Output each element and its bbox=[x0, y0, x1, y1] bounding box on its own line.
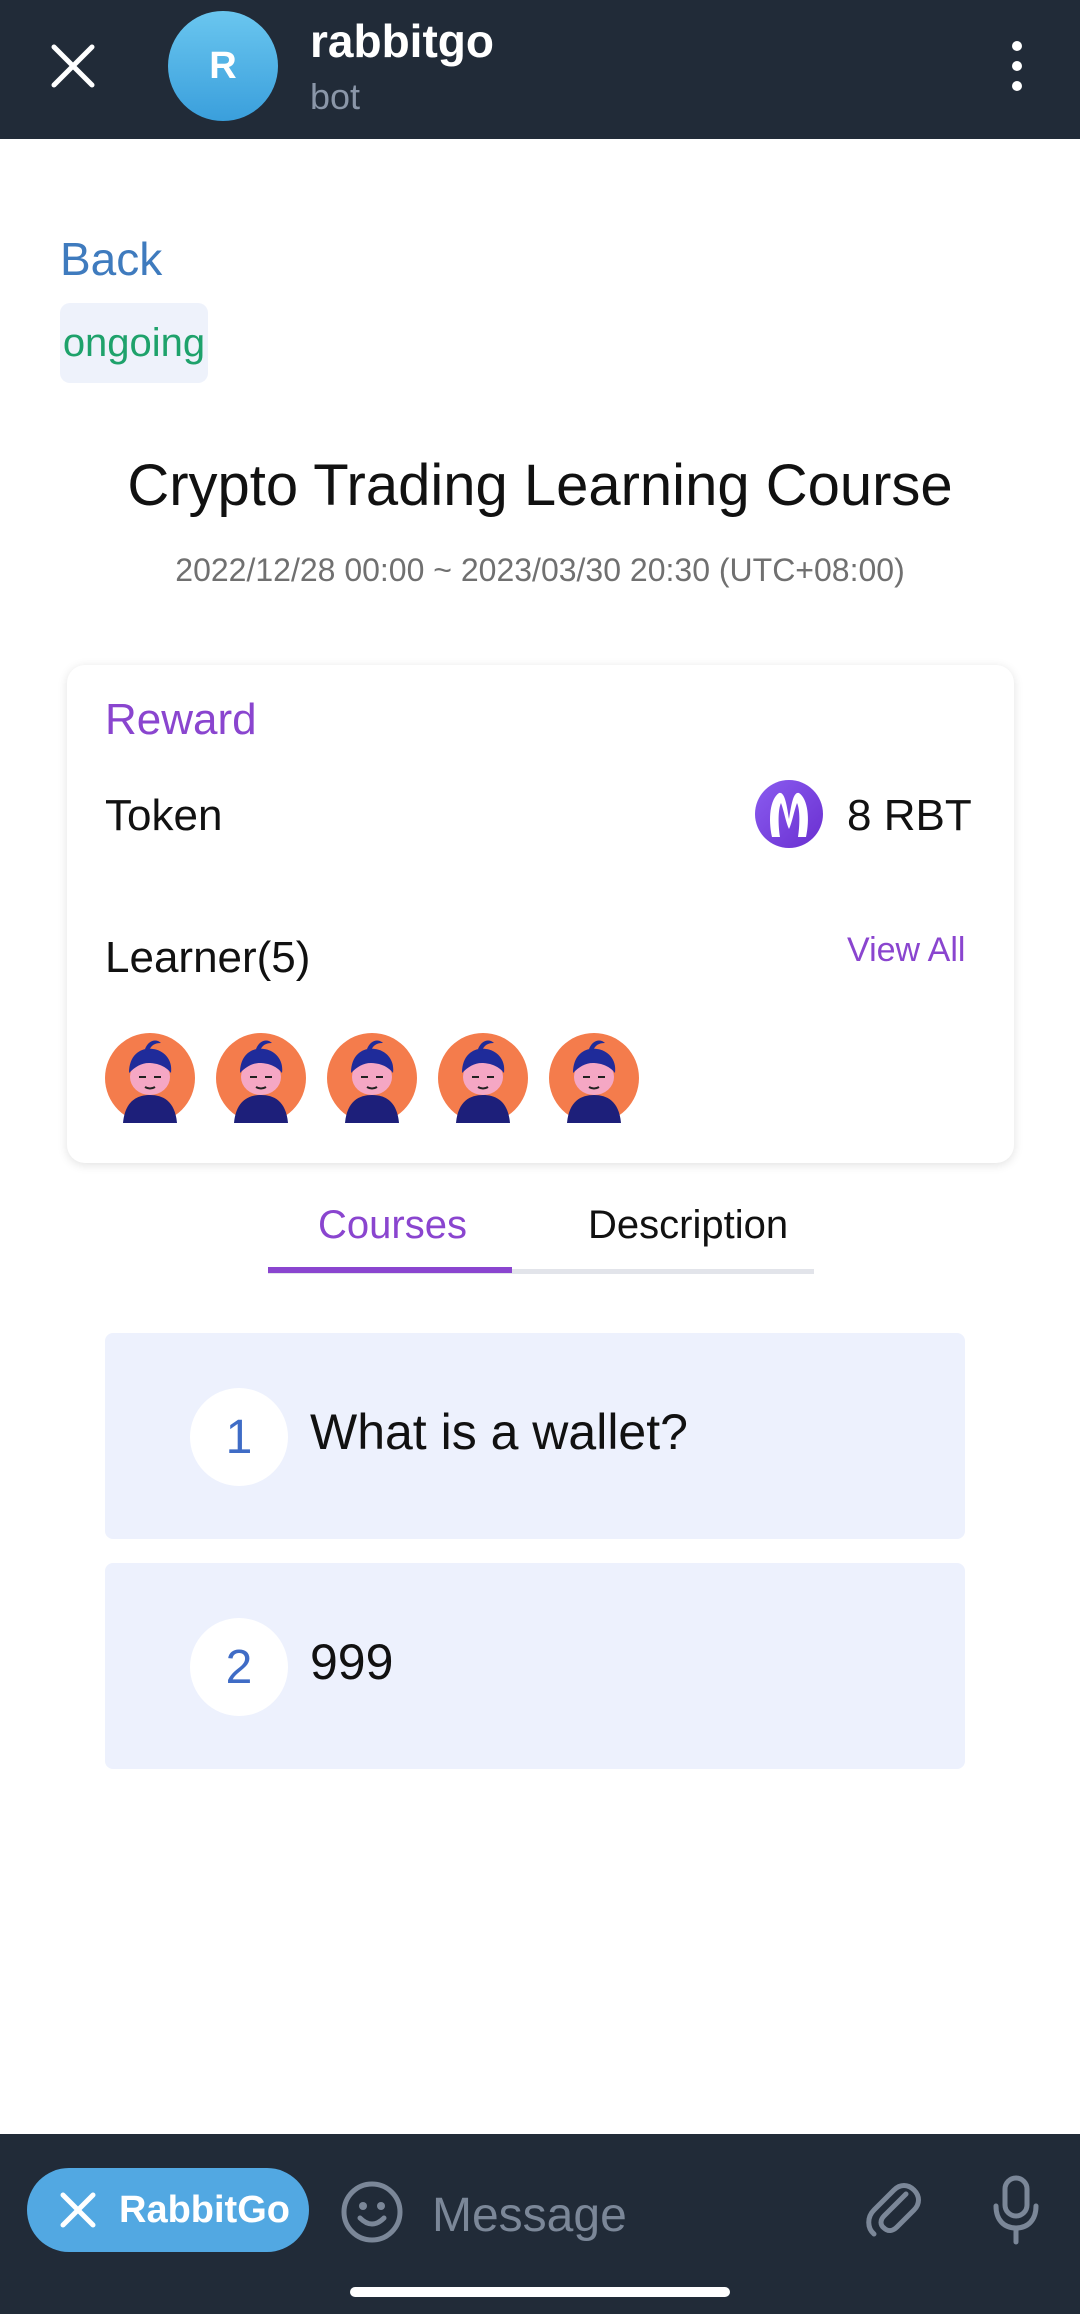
lesson-title: What is a wallet? bbox=[310, 1404, 688, 1460]
lesson-item[interactable]: 2 999 bbox=[105, 1563, 965, 1769]
bot-avatar[interactable]: R bbox=[168, 11, 278, 121]
learner-avatar[interactable] bbox=[549, 1033, 639, 1123]
learner-avatar[interactable] bbox=[438, 1033, 528, 1123]
message-input[interactable] bbox=[430, 2174, 834, 2256]
active-tab-indicator bbox=[268, 1267, 512, 1273]
bot-menu-button[interactable]: RabbitGo bbox=[27, 2168, 309, 2252]
more-options-icon[interactable] bbox=[1003, 40, 1031, 92]
lesson-number: 1 bbox=[190, 1388, 288, 1486]
lesson-item[interactable]: 1 What is a wallet? bbox=[105, 1333, 965, 1539]
course-title: Crypto Trading Learning Course bbox=[127, 453, 953, 518]
token-amount: 8 RBT bbox=[847, 791, 972, 840]
chat-header: R rabbitgo bot bbox=[0, 0, 1080, 139]
close-icon[interactable] bbox=[50, 43, 96, 89]
learner-avatars bbox=[105, 1033, 639, 1123]
back-link[interactable]: Back bbox=[60, 232, 162, 286]
reward-title: Reward bbox=[105, 695, 257, 744]
reward-card: Reward Token 8 RBT Learner(5) View All bbox=[67, 665, 1014, 1163]
learner-count-label: Learner(5) bbox=[105, 933, 311, 982]
tab-courses[interactable]: Courses bbox=[318, 1203, 467, 1248]
learner-avatar[interactable] bbox=[105, 1033, 195, 1123]
token-label: Token bbox=[105, 791, 223, 840]
learner-avatar[interactable] bbox=[216, 1033, 306, 1123]
course-dates: 2022/12/28 00:00 ~ 2023/03/30 20:30 (UTC… bbox=[175, 552, 905, 588]
lesson-number: 2 bbox=[190, 1618, 288, 1716]
learner-avatar[interactable] bbox=[327, 1033, 417, 1123]
lesson-title: 999 bbox=[310, 1634, 394, 1690]
bot-button-label: RabbitGo bbox=[119, 2188, 290, 2231]
microphone-icon[interactable] bbox=[990, 2174, 1042, 2246]
chat-title[interactable]: rabbitgo bbox=[310, 14, 494, 68]
close-icon bbox=[60, 2192, 96, 2228]
attach-icon[interactable] bbox=[862, 2174, 922, 2242]
chat-subtitle: bot bbox=[310, 76, 361, 117]
view-all-link[interactable]: View All bbox=[847, 931, 965, 970]
emoji-icon[interactable] bbox=[340, 2180, 404, 2244]
tab-description[interactable]: Description bbox=[588, 1203, 788, 1248]
rabbit-token-icon bbox=[755, 780, 823, 848]
home-indicator bbox=[350, 2287, 730, 2297]
status-badge: ongoing bbox=[60, 303, 208, 383]
